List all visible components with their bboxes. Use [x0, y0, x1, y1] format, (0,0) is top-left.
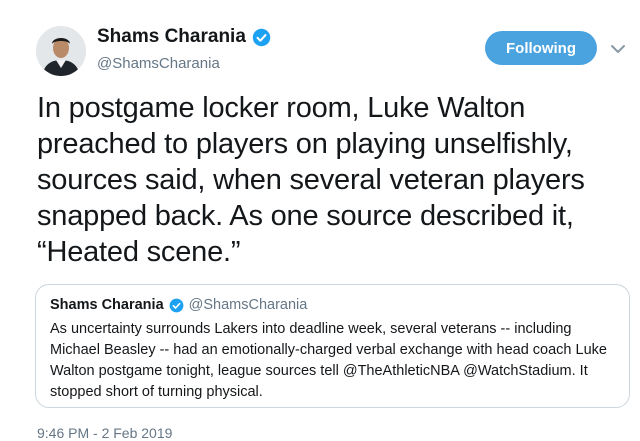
- avatar-photo: [36, 26, 86, 76]
- quoted-tweet-text: As uncertainty surrounds Lakers into dea…: [50, 321, 607, 400]
- tweet-text: In postgame locker room, Luke Walton pre…: [37, 92, 585, 268]
- more-options-button[interactable]: [607, 38, 629, 60]
- quoted-tweet-header: Shams Charania @ShamsCharania: [50, 297, 307, 313]
- chevron-down-icon: [611, 45, 625, 53]
- quoted-tweet-card[interactable]: Shams Charania @ShamsCharania As uncerta…: [35, 284, 630, 408]
- tweet-timestamp[interactable]: 9:46 PM - 2 Feb 2019: [37, 425, 172, 441]
- quoted-author-name: Shams Charania: [50, 297, 164, 313]
- quoted-author-handle: @ShamsCharania: [188, 297, 308, 313]
- author-name[interactable]: Shams Charania: [97, 26, 271, 48]
- avatar[interactable]: [36, 26, 86, 76]
- following-button[interactable]: Following: [485, 31, 597, 65]
- author-name-text: Shams Charania: [97, 26, 246, 47]
- author-handle[interactable]: @ShamsCharania: [97, 55, 220, 72]
- verified-badge-icon: [169, 298, 184, 312]
- verified-badge-icon: [252, 28, 271, 46]
